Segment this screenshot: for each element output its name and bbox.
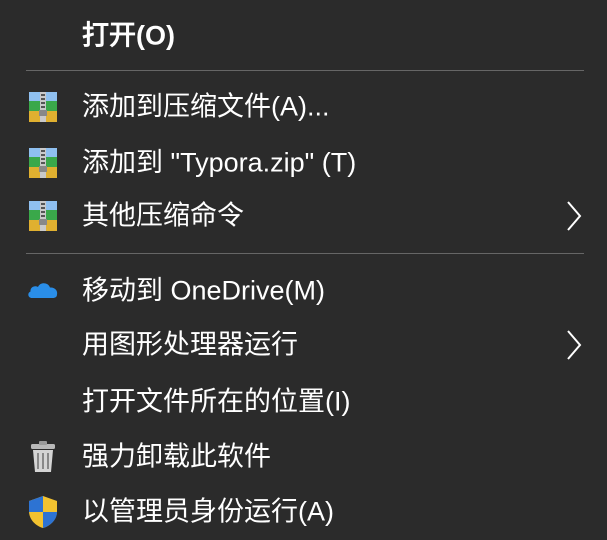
menu-item-label: 强力卸载此软件 [82,441,271,472]
chevron-right-icon [567,330,582,360]
context-menu: 打开(O) 添加到压缩文件(A)... 添加到 "Typora.zip" (T)… [0,0,607,540]
menu-separator [26,253,584,254]
chevron-right-icon [567,201,582,231]
menu-item-other-compression[interactable]: 其他压缩命令 [0,190,607,242]
archive-icon [29,92,57,122]
menu-item-label: 移动到 OneDrive(M) [82,275,326,306]
menu-item-label: 其他压缩命令 [82,200,244,231]
menu-item-open-file-location[interactable]: 打开文件所在的位置(I) [0,376,607,428]
uac-shield-icon [29,496,57,528]
onedrive-cloud-icon [28,283,58,298]
archive-icon [29,201,57,231]
menu-item-label: 打开(O) [82,20,175,51]
menu-item-move-to-onedrive[interactable]: 移动到 OneDrive(M) [0,265,607,317]
menu-item-force-uninstall[interactable]: 强力卸载此软件 [0,431,607,483]
trash-icon [31,441,55,472]
menu-item-label: 添加到压缩文件(A)... [82,91,330,122]
archive-icon [29,148,57,178]
menu-separator [26,70,584,71]
menu-item-run-with-gpu[interactable]: 用图形处理器运行 [0,319,607,371]
menu-item-label: 添加到 "Typora.zip" (T) [82,147,357,178]
menu-item-add-to-archive[interactable]: 添加到压缩文件(A)... [0,81,607,133]
menu-item-label: 以管理员身份运行(A) [82,496,334,527]
menu-item-label: 打开文件所在的位置(I) [82,386,351,417]
menu-item-add-to-typora-zip[interactable]: 添加到 "Typora.zip" (T) [0,137,607,189]
menu-item-label: 用图形处理器运行 [82,329,298,360]
menu-item-open[interactable]: 打开(O) [0,10,607,62]
menu-item-run-as-admin[interactable]: 以管理员身份运行(A) [0,486,607,538]
